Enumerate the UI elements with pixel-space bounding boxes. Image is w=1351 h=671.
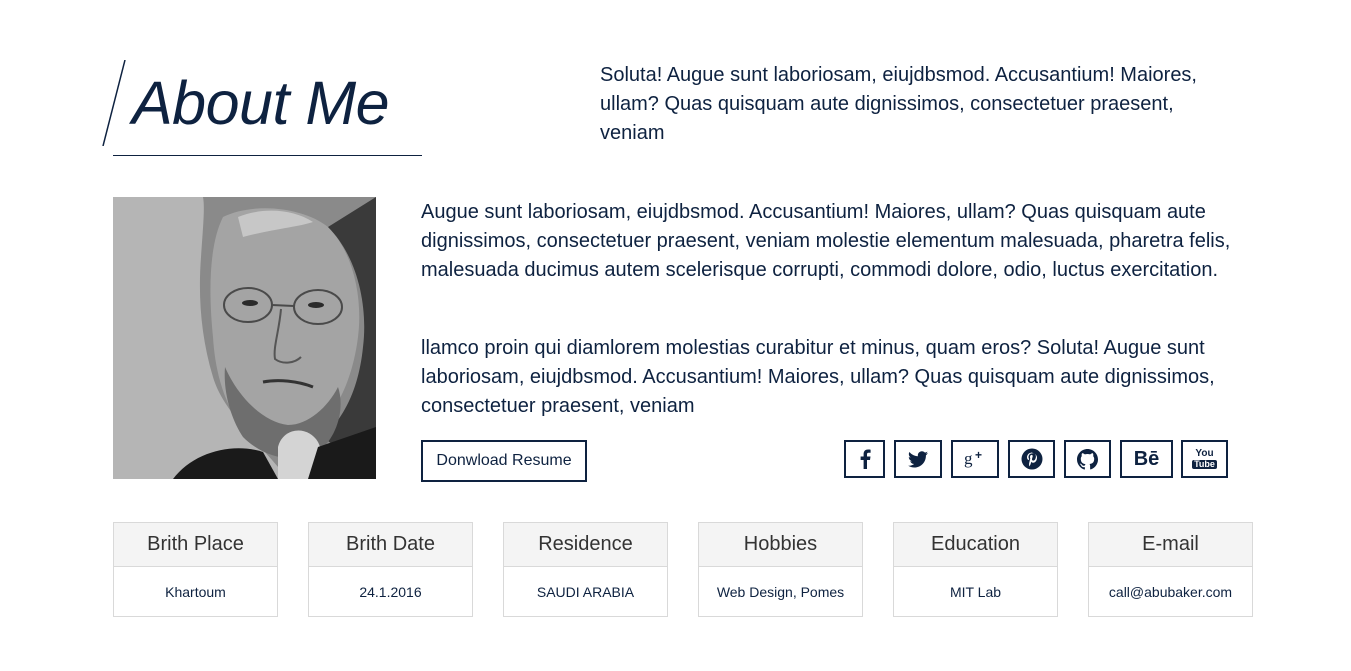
info-card-value: SAUDI ARABIA	[536, 584, 635, 600]
svg-text:g: g	[964, 449, 973, 468]
title-block: About Me	[100, 58, 422, 157]
about-paragraph-2: llamco proin qui diamlorem molestias cur…	[421, 337, 1215, 417]
google-plus-icon: g +	[964, 449, 982, 468]
facebook-link[interactable]	[844, 440, 885, 478]
intro-text: Soluta! Augue sunt laboriosam, eiujdbsmo…	[600, 64, 1197, 144]
info-card-value: 24.1.2016	[359, 584, 422, 600]
download-resume-button[interactable]: Donwload Resume	[421, 440, 587, 482]
about-me-section: About Me Soluta! Augue sunt laboriosam, …	[0, 0, 1351, 671]
info-card-value: call@abubaker.com	[1108, 584, 1233, 600]
info-card-hobbies: Hobbies Web Design, Pomes	[698, 522, 863, 617]
svg-text:+: +	[975, 449, 982, 462]
info-card-birth-place: Brith Place Khartoum	[113, 522, 278, 617]
pinterest-link[interactable]	[1008, 440, 1055, 478]
twitter-icon	[908, 450, 928, 467]
info-card-email: E-mail call@abubaker.com	[1088, 522, 1253, 617]
github-icon	[1077, 448, 1098, 470]
info-card-value: Web Design, Pomes	[716, 584, 845, 600]
info-cards: Brith Place Khartoum Brith Date 24.1.201…	[113, 522, 1253, 617]
info-card-value: Khartoum	[165, 584, 226, 600]
pinterest-icon	[1021, 448, 1042, 470]
info-card-value: MIT Lab	[949, 584, 1002, 600]
info-card-label: Residence	[504, 523, 667, 567]
profile-photo	[113, 197, 376, 479]
info-card-label: E-mail	[1089, 523, 1252, 567]
info-card-residence: Residence SAUDI ARABIA	[503, 522, 668, 617]
info-card-education: Education MIT Lab	[893, 522, 1058, 617]
info-card-label: Brith Date	[309, 523, 472, 567]
behance-link[interactable]: Bē	[1120, 440, 1173, 478]
info-card-label: Hobbies	[699, 523, 862, 567]
info-card-label: Education	[894, 523, 1057, 567]
social-links: g + Bē You Tube	[844, 440, 1228, 478]
google-plus-link[interactable]: g +	[951, 440, 999, 478]
info-card-birth-date: Brith Date 24.1.2016	[308, 522, 473, 617]
youtube-link[interactable]: You Tube	[1181, 440, 1228, 478]
info-card-label: Brith Place	[114, 523, 277, 567]
behance-icon: Bē	[1133, 447, 1160, 470]
title-underline	[113, 155, 422, 156]
title-slash-decoration	[102, 60, 126, 146]
facebook-icon	[860, 449, 871, 469]
youtube-icon: You Tube	[1192, 448, 1217, 469]
about-paragraph-1: Augue sunt laboriosam, eiujdbsmod. Accus…	[421, 201, 1231, 281]
page-title: About Me	[132, 69, 390, 137]
github-link[interactable]	[1064, 440, 1111, 478]
twitter-link[interactable]	[894, 440, 942, 478]
